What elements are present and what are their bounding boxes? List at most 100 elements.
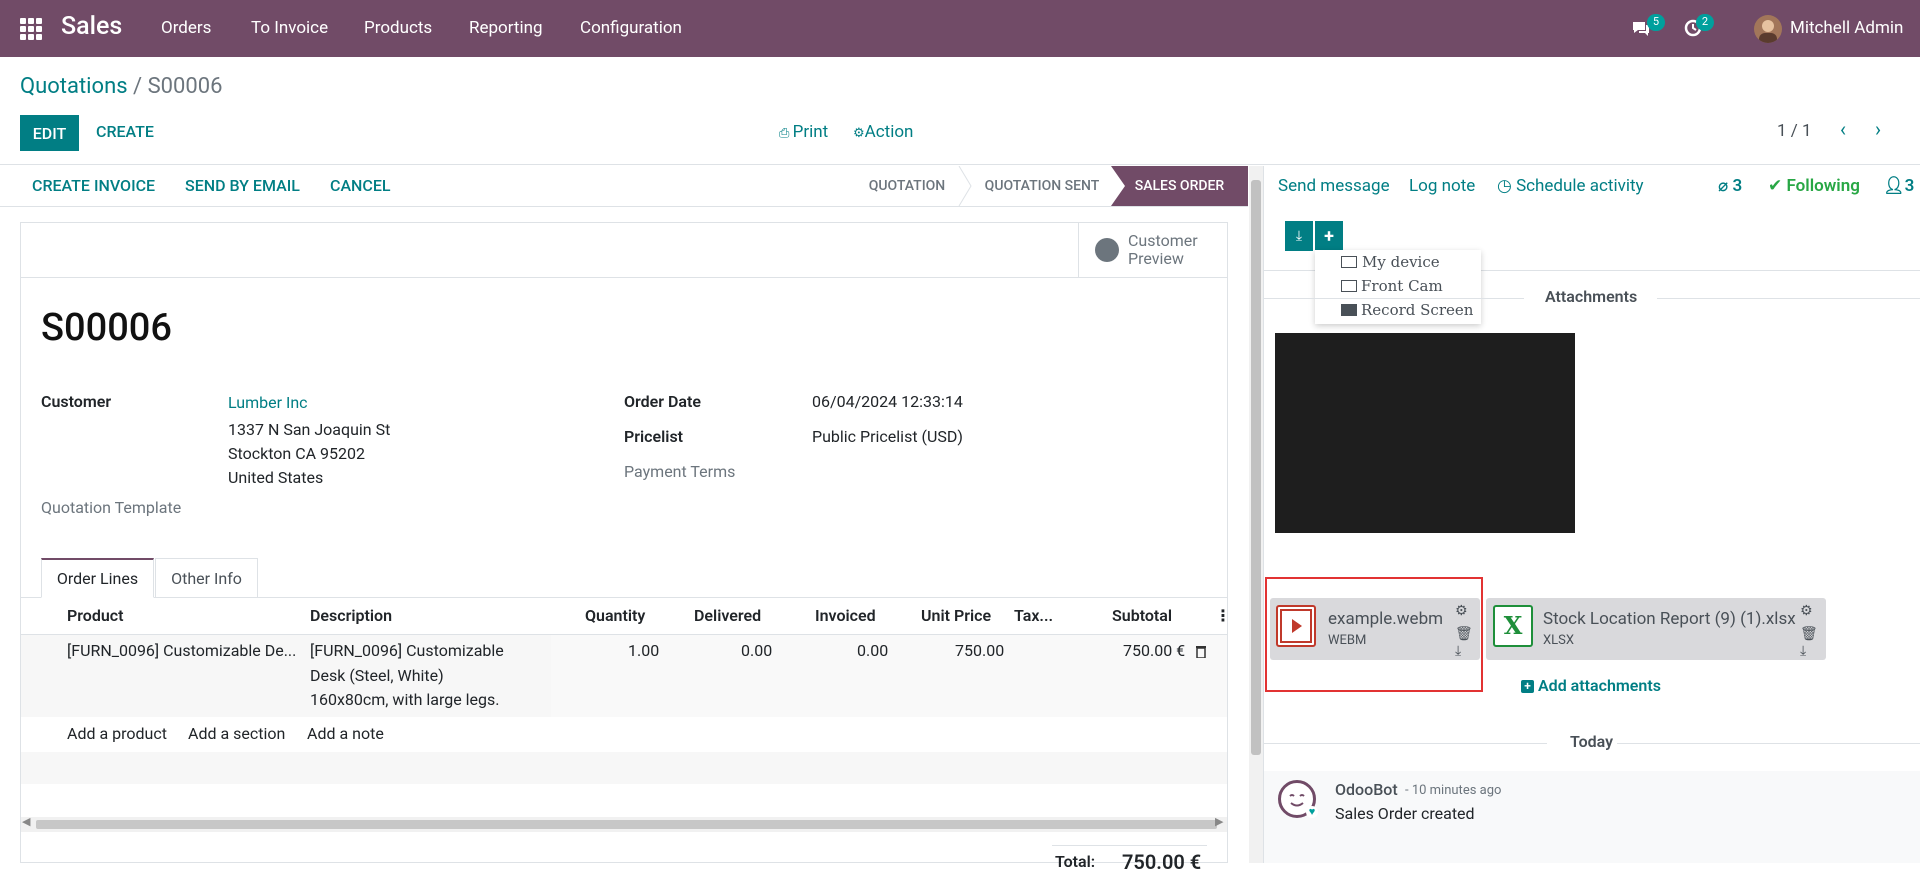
row-invoiced: 0.00 <box>857 641 889 660</box>
print-button[interactable]: ⎙ Print <box>779 122 828 142</box>
trash-icon[interactable] <box>1195 644 1207 658</box>
clock-icon: ◷ <box>1497 176 1517 196</box>
add-section-link[interactable]: Add a section <box>188 724 285 743</box>
attachment-download-icon[interactable]: ⤓ <box>1800 643 1806 659</box>
col-product[interactable]: Product <box>67 606 124 625</box>
horizontal-scrollbar[interactable] <box>36 820 1217 829</box>
attachment-name-xlsx: Stock Location Report (9) (1).xlsx <box>1543 609 1796 629</box>
message-time: - 10 minutes ago <box>1405 783 1502 798</box>
quotation-template-label: Quotation Template <box>41 498 182 517</box>
edit-button[interactable]: EDIT <box>20 115 79 151</box>
today-separator: Today <box>1570 732 1614 751</box>
col-invoiced[interactable]: Invoiced <box>815 606 876 625</box>
statusbar-divider <box>0 206 1248 207</box>
menu-configuration[interactable]: Configuration <box>580 18 682 38</box>
empty-row <box>21 752 1227 784</box>
breadcrumb: Quotations / S00006 <box>20 74 222 99</box>
attachment-card-xlsx[interactable] <box>1486 598 1826 660</box>
log-note-button[interactable]: Log note <box>1409 176 1475 196</box>
app-name[interactable]: Sales <box>61 12 122 41</box>
action-button[interactable]: ⚙Action <box>853 122 913 142</box>
video-camera-icon <box>1341 304 1357 316</box>
attachment-type-xlsx: XLSX <box>1543 633 1575 648</box>
activities-badge: 2 <box>1696 14 1714 31</box>
attachment-delete-icon[interactable]: 🗑︎ <box>1800 626 1818 642</box>
avatar[interactable] <box>1754 15 1782 43</box>
schedule-activity-button[interactable]: ◷ Schedule activity <box>1497 176 1644 196</box>
menu-orders[interactable]: Orders <box>161 18 211 38</box>
upload-dropdown: My device Front Cam Record Screen <box>1315 250 1481 324</box>
col-quantity[interactable]: Quantity <box>585 606 645 625</box>
add-product-link[interactable]: Add a product <box>67 724 167 743</box>
row-description-3: 160x80cm, with large legs. <box>310 690 500 709</box>
followers-button[interactable]: 👤︎3 <box>1883 176 1914 196</box>
col-description[interactable]: Description <box>310 606 392 625</box>
menu-reporting[interactable]: Reporting <box>469 18 543 38</box>
menu-products[interactable]: Products <box>364 18 432 38</box>
upload-front-cam[interactable]: Front Cam <box>1361 277 1443 295</box>
apps-menu-icon[interactable] <box>20 18 42 40</box>
attachments-count-button[interactable]: ⌀ 3 <box>1718 176 1742 196</box>
pager-previous-icon[interactable]: ‹ <box>1840 117 1846 141</box>
total-divider <box>1052 845 1207 846</box>
user-name[interactable]: Mitchell Admin <box>1790 18 1903 38</box>
payment-terms-label: Payment Terms <box>624 462 736 481</box>
upload-my-device[interactable]: My device <box>1362 253 1440 271</box>
customer-preview-label[interactable]: Customer Preview <box>1128 232 1198 268</box>
send-message-button[interactable]: Send message <box>1278 176 1390 196</box>
breadcrumb-quotations[interactable]: Quotations <box>20 74 128 99</box>
attachments-title-line-left <box>1264 298 1524 299</box>
address-line-2: Stockton CA 95202 <box>228 444 365 463</box>
scroll-left-icon[interactable]: ◀ <box>22 815 30 828</box>
create-invoice-button[interactable]: CREATE INVOICE <box>32 176 155 195</box>
stage-quotation[interactable]: QUOTATION <box>852 166 962 206</box>
vertical-scrollbar[interactable] <box>1251 180 1261 755</box>
pager-value[interactable]: 1 / 1 <box>1777 121 1812 141</box>
message-author[interactable]: OdooBot <box>1335 780 1398 799</box>
stage-sales-order[interactable]: SALES ORDER <box>1111 166 1248 206</box>
following-button[interactable]: ✔ Following <box>1768 176 1860 196</box>
schedule-activity-label: Schedule activity <box>1516 176 1644 196</box>
top-navbar: Sales Orders To Invoice Products Reporti… <box>0 0 1920 57</box>
stage-quotation-sent[interactable]: QUOTATION SENT <box>972 166 1112 206</box>
today-line-left <box>1264 743 1547 744</box>
action-label: Action <box>864 122 914 142</box>
messages-badge: 5 <box>1647 14 1665 31</box>
tabs-divider <box>21 597 1227 598</box>
pager-next-icon[interactable]: › <box>1875 117 1881 141</box>
video-preview[interactable] <box>1275 333 1575 533</box>
plus-icon[interactable]: + <box>1315 221 1343 251</box>
optional-columns-icon[interactable]: ⋮ <box>1215 606 1231 625</box>
breadcrumb-current: S00006 <box>147 74 223 99</box>
folder-icon <box>1341 256 1357 268</box>
paperclip-icon: ⌀ <box>1718 176 1733 196</box>
cancel-button[interactable]: CANCEL <box>330 176 391 195</box>
menu-to-invoice[interactable]: To Invoice <box>251 18 328 38</box>
plus-square-icon: + <box>1521 680 1534 694</box>
col-subtotal[interactable]: Subtotal <box>1112 606 1172 625</box>
address-line-1: 1337 N San Joaquin St <box>228 420 391 439</box>
attachment-settings-icon[interactable]: ⚙ <box>1800 603 1813 619</box>
check-icon: ✔ <box>1768 176 1787 196</box>
print-label: Print <box>792 122 829 142</box>
customer-link[interactable]: Lumber Inc <box>228 393 308 412</box>
control-divider <box>0 164 1920 165</box>
breadcrumb-separator: / <box>127 74 148 99</box>
create-button[interactable]: CREATE <box>96 122 154 141</box>
spreadsheet-file-icon: X <box>1493 605 1533 647</box>
add-attachments-label: Add attachments <box>1538 676 1661 695</box>
col-delivered[interactable]: Delivered <box>694 606 761 625</box>
row-unit-price: 750.00 <box>955 641 1005 660</box>
download-icon[interactable]: ⤓ <box>1285 221 1313 251</box>
add-attachments-button[interactable]: + Add attachments <box>1521 676 1661 695</box>
row-description-2: Desk (Steel, White) <box>310 666 444 685</box>
upload-record-screen[interactable]: Record Screen <box>1361 301 1473 319</box>
scroll-right-icon[interactable]: ▶ <box>1215 815 1223 828</box>
tab-order-lines[interactable]: Order Lines <box>41 558 154 598</box>
add-note-link[interactable]: Add a note <box>307 724 384 743</box>
row-product[interactable]: [FURN_0096] Customizable De... <box>67 641 296 660</box>
col-unit-price[interactable]: Unit Price <box>921 606 991 625</box>
col-taxes[interactable]: Tax... <box>1014 606 1053 625</box>
send-by-email-button[interactable]: SEND BY EMAIL <box>185 176 300 195</box>
tab-other-info[interactable]: Other Info <box>155 558 258 598</box>
